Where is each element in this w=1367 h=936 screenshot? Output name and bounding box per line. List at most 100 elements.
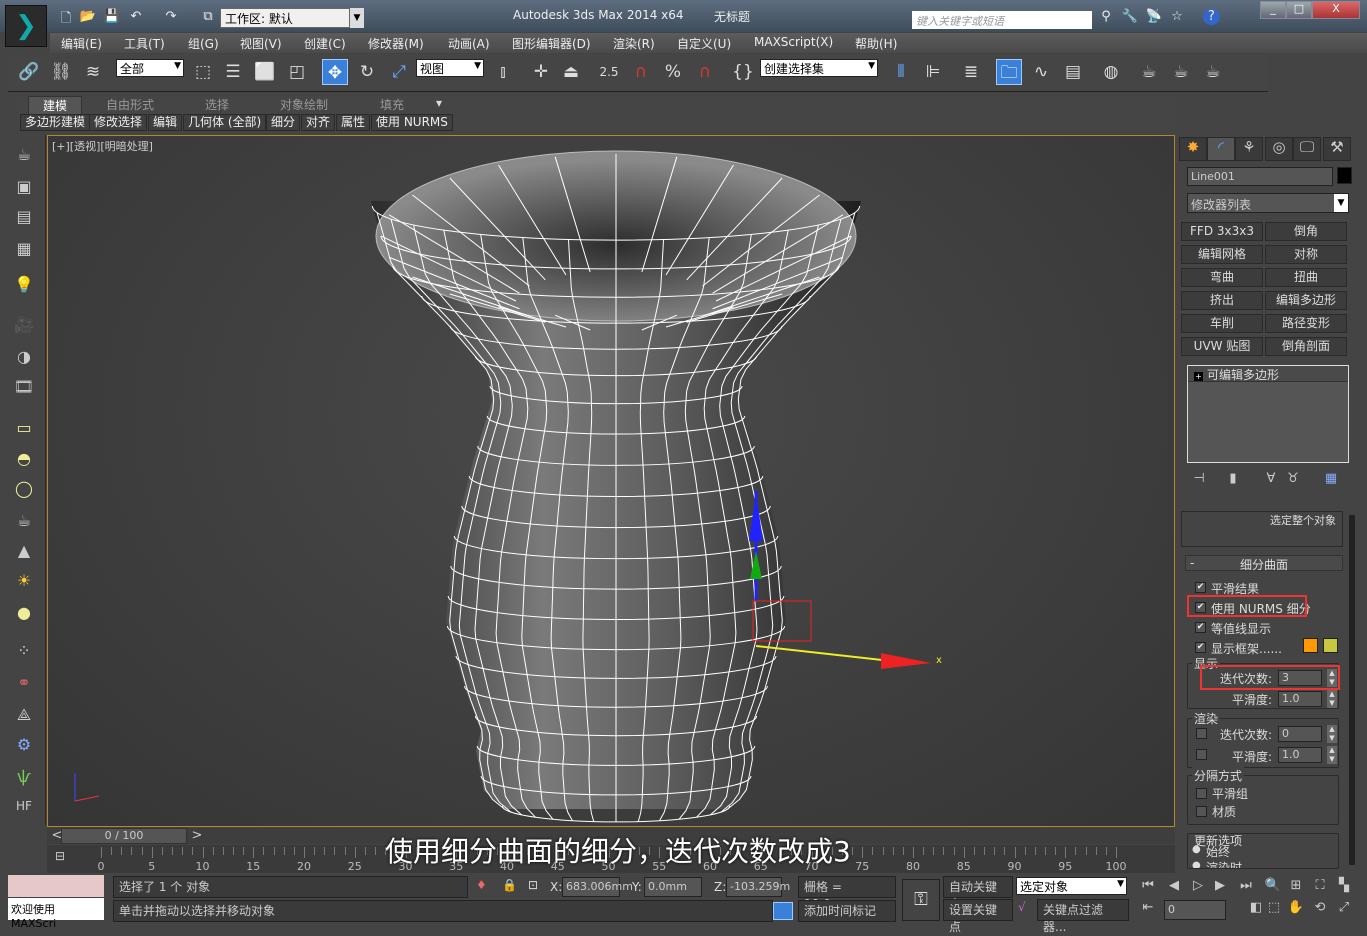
grass-icon[interactable]: ѱ: [12, 767, 36, 789]
customize-qat-icon[interactable]: ▼: [350, 8, 364, 28]
menu-tools[interactable]: 工具(T): [124, 35, 165, 52]
spinner-snap-icon[interactable]: ∩: [692, 59, 718, 85]
particles-icon[interactable]: ⁘: [12, 641, 36, 663]
always-radio[interactable]: ●: [1192, 844, 1201, 855]
menu-modifiers[interactable]: 修改器(M): [368, 35, 424, 52]
modifier-button[interactable]: 弯曲: [1181, 268, 1263, 287]
window-crossing-icon[interactable]: ◰: [284, 59, 310, 85]
ribbon-modify-selection[interactable]: 修改选择: [89, 114, 148, 131]
auto-key-button[interactable]: 自动关键点: [943, 876, 1013, 911]
rollout-subdivision-surface[interactable]: - 细分曲面: [1185, 555, 1343, 572]
y-coordinate-input[interactable]: 0.0mm: [644, 877, 702, 897]
open-file-icon[interactable]: 📂: [79, 9, 97, 25]
make-unique-icon[interactable]: ∀: [1261, 471, 1281, 486]
ribbon-polygon-modeling[interactable]: 多边形建模: [20, 114, 91, 131]
motion-tab-icon[interactable]: ◎: [1265, 137, 1293, 161]
previous-frame-icon[interactable]: ◀: [1164, 878, 1184, 893]
time-next-icon[interactable]: >: [187, 828, 207, 843]
scene-explorer-icon[interactable]: 🗀: [996, 59, 1022, 85]
select-scale-icon[interactable]: ⤢: [386, 59, 412, 85]
mirror-icon[interactable]: ⫴: [888, 59, 914, 85]
ribbon-tab-selection[interactable]: 选择: [205, 96, 229, 113]
percent-snap-icon[interactable]: %: [660, 59, 686, 85]
light-icon[interactable]: 💡: [12, 275, 36, 297]
edit-named-selection-icon[interactable]: {}: [730, 59, 756, 85]
teapot-icon[interactable]: ☕: [12, 145, 36, 167]
modifier-button[interactable]: 对称: [1265, 245, 1347, 264]
ribbon-tab-modeling[interactable]: 建模: [28, 96, 83, 114]
display-smoothness-input[interactable]: 1.0: [1278, 691, 1322, 707]
current-frame-input[interactable]: 0: [1164, 900, 1226, 920]
ribbon-align[interactable]: 对齐: [301, 114, 336, 131]
modifier-button[interactable]: FFD 3x3x3: [1181, 222, 1263, 241]
hemisphere-icon[interactable]: ◓: [12, 449, 36, 471]
add-time-tag-button[interactable]: 添加时间标记: [798, 900, 896, 922]
snap-toggle-icon[interactable]: 2.5: [596, 59, 622, 85]
teapot-primitive-icon[interactable]: ☕: [12, 511, 36, 533]
chevron-down-icon[interactable]: ▼: [1334, 194, 1348, 212]
lock-selection-icon[interactable]: 🔒: [502, 878, 517, 892]
curve-editor-icon[interactable]: ∿: [1028, 59, 1054, 85]
modifier-button[interactable]: 挤出: [1181, 291, 1263, 310]
workspace-dropdown[interactable]: 工作区: 默认: [220, 8, 350, 28]
object-color-swatch[interactable]: [1337, 167, 1352, 184]
set-key-mode-icon[interactable]: ⚿: [902, 879, 940, 921]
satellite-icon[interactable]: 📡: [1145, 9, 1163, 25]
menu-graph-editors[interactable]: 图形编辑器(D): [512, 35, 591, 52]
menu-rendering[interactable]: 渲染(R): [613, 35, 655, 52]
time-tag-icon[interactable]: [773, 902, 793, 920]
pivot-center-icon[interactable]: ⫾: [490, 59, 516, 85]
collapse-icon[interactable]: -: [1190, 556, 1194, 570]
sphere-half-icon[interactable]: ◑: [12, 347, 36, 369]
ribbon-edit[interactable]: 编辑: [148, 114, 183, 131]
render-smoothness-spinner[interactable]: ▲ ▼: [1327, 746, 1337, 764]
render-iterations-spinner[interactable]: ▲ ▼: [1327, 725, 1337, 743]
absolute-mode-icon[interactable]: ⊡: [528, 878, 538, 892]
wire-icon[interactable]: ⟁: [12, 705, 36, 727]
ribbon-tab-populate[interactable]: 填充: [380, 96, 404, 113]
render-production-icon[interactable]: ☕: [1200, 59, 1226, 85]
when-rendering-radio[interactable]: ●: [1192, 860, 1201, 868]
save-icon[interactable]: 💾: [103, 9, 121, 25]
ribbon-tab-object-paint[interactable]: 对象绘制: [280, 96, 328, 113]
zoom-all-icon[interactable]: ⊞: [1286, 878, 1306, 893]
hierarchy-tab-icon[interactable]: ⚘: [1235, 137, 1263, 161]
zoom-extents-all-icon[interactable]: ▚: [1334, 878, 1354, 893]
orbit-icon[interactable]: ⟲: [1310, 900, 1330, 915]
cage-color-2[interactable]: [1323, 638, 1338, 653]
checkbox[interactable]: ✔: [1195, 642, 1206, 653]
zoom-extents-icon[interactable]: ⛶: [1310, 878, 1330, 893]
maximize-button[interactable]: □: [1286, 1, 1312, 19]
z-coordinate-input[interactable]: -103.259m: [726, 877, 790, 897]
zoom-icon[interactable]: 🔍: [1263, 878, 1283, 893]
expand-icon[interactable]: +: [1194, 372, 1203, 381]
list-icon[interactable]: ▤: [12, 207, 36, 229]
checkbox[interactable]: ✔: [1195, 582, 1206, 593]
pan-icon[interactable]: ✋: [1286, 900, 1306, 915]
align-icon[interactable]: ⊫: [920, 59, 946, 85]
render-setup-icon[interactable]: ☕: [1136, 59, 1162, 85]
camera-icon[interactable]: 🎥: [12, 315, 36, 337]
sphere-icon[interactable]: ◯: [12, 479, 36, 501]
menu-animation[interactable]: 动画(A): [448, 35, 490, 52]
keyboard-shortcut-override-icon[interactable]: ⏏: [558, 59, 584, 85]
select-by-name-icon[interactable]: ☰: [220, 59, 246, 85]
gear-icon[interactable]: ⚙: [12, 735, 36, 757]
render-smoothness-checkbox[interactable]: [1196, 749, 1207, 760]
perspective-viewport[interactable]: [+][透视][明暗处理] x: [47, 135, 1175, 827]
menu-customize[interactable]: 自定义(U): [677, 35, 731, 52]
zoom-region-icon[interactable]: ⬚: [1264, 900, 1284, 915]
mini-curve-editor-icon[interactable]: ⊟: [55, 849, 79, 867]
modify-tab-icon[interactable]: ◜: [1207, 137, 1235, 161]
new-file-icon[interactable]: 🗋: [57, 9, 75, 26]
bind-spacewarp-icon[interactable]: ≋: [80, 59, 106, 85]
stack-item-editable-poly[interactable]: + 可编辑多边形: [1188, 366, 1348, 382]
vase-model[interactable]: x: [48, 136, 1175, 827]
menu-views[interactable]: 视图(V): [240, 35, 282, 52]
play-icon[interactable]: ▷: [1188, 878, 1208, 893]
cage-color-1[interactable]: [1303, 638, 1318, 653]
time-slider-thumb[interactable]: 0 / 100: [61, 828, 187, 844]
ribbon-use-nurms[interactable]: 使用 NURMS: [371, 114, 453, 131]
named-selection-set-dropdown[interactable]: 创建选择集: [760, 59, 878, 77]
configure-modifier-sets-icon[interactable]: ▦: [1321, 471, 1341, 486]
